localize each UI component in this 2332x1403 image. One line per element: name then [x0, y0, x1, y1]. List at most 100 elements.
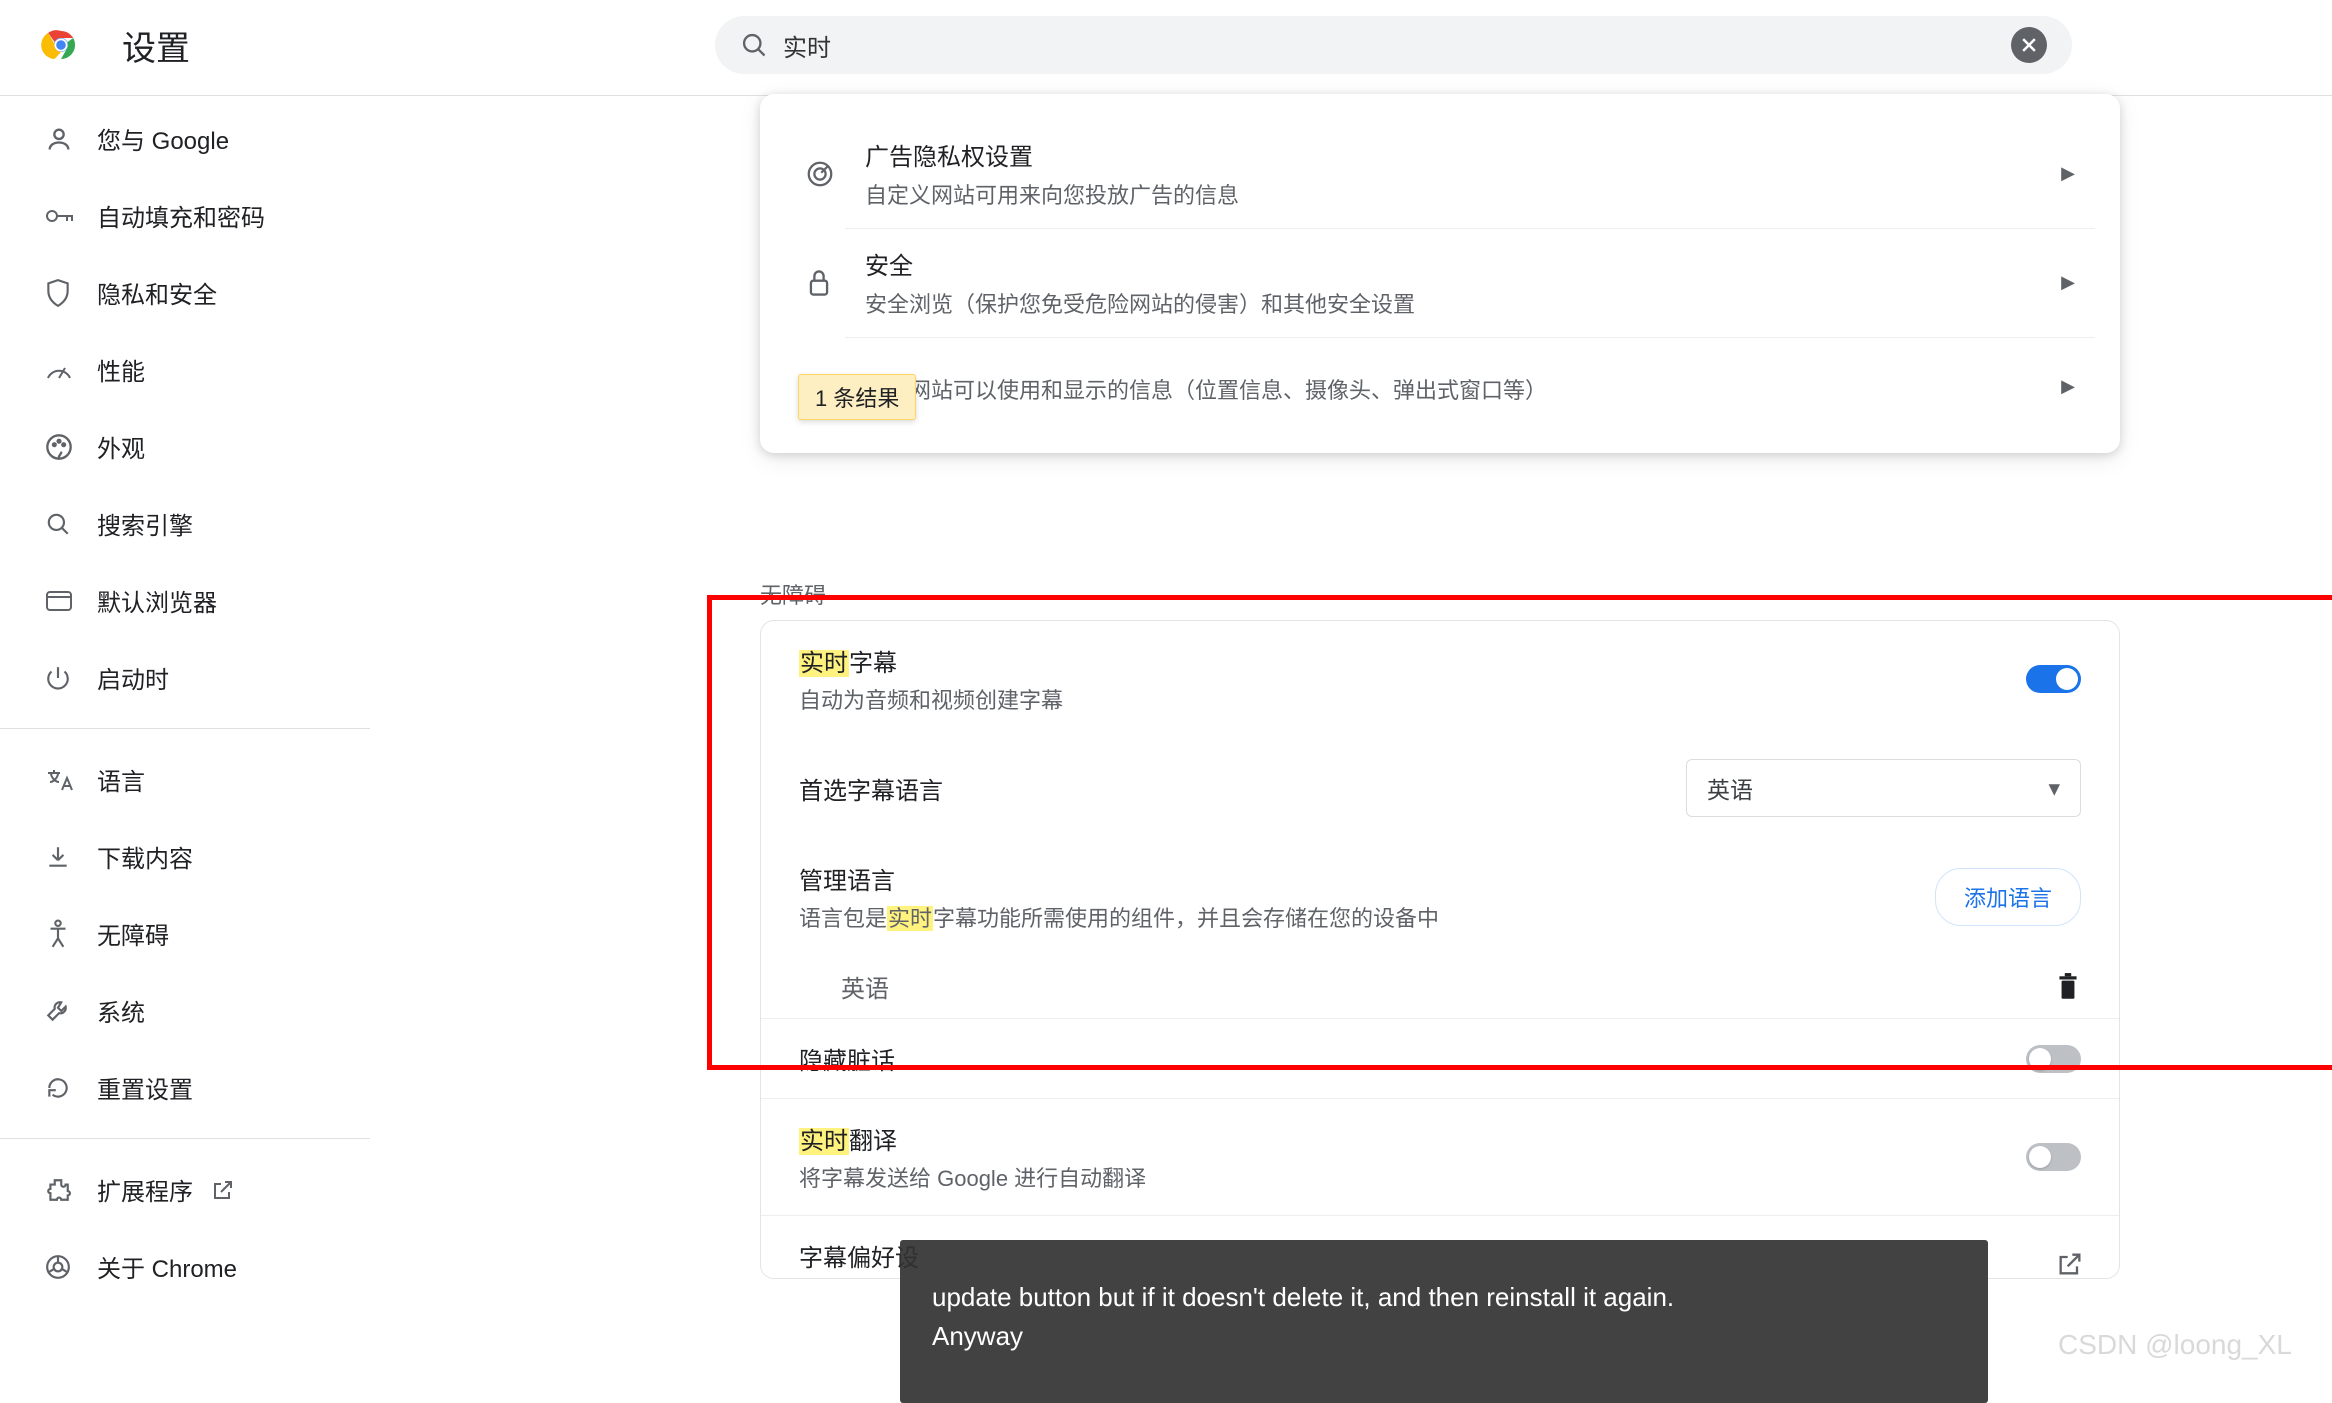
gauge-icon [45, 358, 97, 382]
chevron-right-icon: ▶ [2061, 163, 2075, 184]
sidebar-item-search-engine[interactable]: 搜索引擎 [0, 485, 370, 562]
chevron-right-icon: ▶ [2061, 376, 2075, 397]
lock-icon [805, 268, 865, 298]
sidebar-item-privacy[interactable]: 隐私和安全 [0, 254, 370, 331]
result-sub: 自定义网站可用来向您投放广告的信息 [865, 178, 2061, 210]
sidebar-item-label: 隐私和安全 [97, 275, 217, 310]
sidebar-item-downloads[interactable]: 下载内容 [0, 818, 370, 895]
search-icon [45, 511, 97, 537]
search-result-ad-privacy[interactable]: 广告隐私权设置自定义网站可用来向您投放广告的信息 ▶ [760, 119, 2120, 228]
sidebar-item-startup[interactable]: 启动时 [0, 639, 370, 716]
tooltip-line: Anyway [932, 1321, 1956, 1352]
sidebar-item-label: 系统 [97, 993, 145, 1028]
sidebar-item-label: 默认浏览器 [97, 583, 217, 618]
translate-icon [45, 767, 97, 793]
sidebar-item-label: 语言 [97, 762, 145, 797]
accessibility-card: 实时字幕 自动为音频和视频创建字幕 首选字幕语言 英语 ▾ 管理语言 语言包是实时… [760, 620, 2120, 1279]
result-sub: 控制网站可以使用和显示的信息（位置信息、摄像头、弹出式窗口等） [865, 373, 2061, 405]
open-external-icon [2056, 1250, 2084, 1278]
sidebar-item-label: 您与 Google [97, 121, 229, 156]
preferred-language-select[interactable]: 英语 ▾ [1686, 759, 2081, 817]
tooltip-line: update button but if it doesn't delete i… [932, 1282, 1956, 1313]
browser-icon [45, 590, 97, 612]
row-title: 隐藏脏话 [799, 1041, 2026, 1076]
power-icon [45, 665, 97, 691]
key-icon [45, 206, 97, 226]
search-result-security[interactable]: 安全安全浏览（保护您免受危险网站的侵害）和其他安全设置 ▶ [760, 228, 2120, 337]
row-title: 实时字幕 [799, 643, 2026, 678]
wrench-icon [45, 998, 97, 1024]
manage-languages-row: 管理语言 语言包是实时字幕功能所需使用的组件，并且会存储在您的设备中 添加语言 [761, 839, 2119, 955]
clear-search-button[interactable] [2011, 27, 2047, 63]
row-sub: 自动为音频和视频创建字幕 [799, 683, 2026, 715]
sidebar-item-system[interactable]: 系统 [0, 972, 370, 1049]
video-caption-tooltip: update button but if it doesn't delete i… [900, 1240, 1988, 1403]
search-result-site[interactable]: 控制网站可以使用和显示的信息（位置信息、摄像头、弹出式窗口等） ▶ [760, 337, 2120, 423]
open-external-icon [211, 1178, 235, 1202]
sidebar-item-label: 搜索引擎 [97, 506, 193, 541]
sidebar-item-label: 关于 Chrome [97, 1249, 237, 1284]
row-title: 实时翻译 [799, 1121, 2026, 1156]
add-language-button[interactable]: 添加语言 [1935, 868, 2081, 926]
result-title: 广告隐私权设置 [865, 137, 2061, 172]
sidebar-item-appearance[interactable]: 外观 [0, 408, 370, 485]
sidebar-item-label: 启动时 [97, 660, 169, 695]
sidebar-item-label: 扩展程序 [97, 1172, 193, 1207]
sidebar-item-label: 性能 [97, 352, 145, 387]
language-row-english: 英语 [761, 955, 2119, 1018]
sidebar-item-reset[interactable]: 重置设置 [0, 1049, 370, 1126]
live-translate-row: 实时翻译 将字幕发送给 Google 进行自动翻译 [761, 1098, 2119, 1215]
chevron-right-icon: ▶ [2061, 272, 2075, 293]
sidebar-item-label: 自动填充和密码 [97, 198, 265, 233]
language-name: 英语 [841, 969, 889, 1004]
select-value: 英语 [1707, 771, 1753, 805]
sidebar-item-extensions[interactable]: 扩展程序 [0, 1151, 370, 1228]
sidebar: 您与 Google 自动填充和密码 隐私和安全 性能 外观 搜索引擎 默认浏览器… [0, 100, 370, 1305]
sidebar-item-about[interactable]: 关于 Chrome [0, 1228, 370, 1305]
preferred-caption-language-row: 首选字幕语言 英语 ▾ [761, 737, 2119, 839]
hide-profanity-row: 隐藏脏话 [761, 1018, 2119, 1098]
sidebar-item-label: 重置设置 [97, 1070, 193, 1105]
live-captions-row: 实时字幕 自动为音频和视频创建字幕 [761, 621, 2119, 737]
row-title: 首选字幕语言 [799, 771, 1686, 806]
section-label-accessibility: 无障碍 [760, 578, 826, 610]
refresh-icon [45, 1075, 97, 1101]
chrome-logo-icon [40, 24, 82, 66]
chrome-outline-icon [45, 1254, 97, 1280]
puzzle-icon [45, 1177, 97, 1203]
sidebar-item-accessibility[interactable]: 无障碍 [0, 895, 370, 972]
result-sub: 安全浏览（保护您免受危险网站的侵害）和其他安全设置 [865, 287, 2061, 319]
page-title: 设置 [122, 21, 190, 70]
row-title: 管理语言 [799, 861, 1935, 896]
result-title: 安全 [865, 246, 2061, 281]
search-input[interactable] [783, 31, 2011, 59]
sidebar-item-label: 无障碍 [97, 916, 169, 951]
shield-icon [45, 278, 97, 308]
sidebar-item-label: 下载内容 [97, 839, 193, 874]
sidebar-item-default-browser[interactable]: 默认浏览器 [0, 562, 370, 639]
delete-language-button[interactable] [2055, 972, 2081, 1002]
download-icon [45, 844, 97, 870]
watermark-text: CSDN @loong_XL [2058, 1329, 2292, 1361]
header: 设置 [0, 0, 2332, 90]
search-icon [740, 31, 768, 59]
sidebar-item-performance[interactable]: 性能 [0, 331, 370, 408]
palette-icon [45, 433, 97, 461]
hide-profanity-toggle[interactable] [2026, 1045, 2081, 1073]
row-sub: 将字幕发送给 Google 进行自动翻译 [799, 1161, 2026, 1193]
search-results-dropdown: 广告隐私权设置自定义网站可用来向您投放广告的信息 ▶ 安全安全浏览（保护您免受危… [760, 94, 2120, 453]
accessibility-icon [45, 919, 97, 949]
sidebar-item-autofill[interactable]: 自动填充和密码 [0, 177, 370, 254]
sidebar-item-you-and-google[interactable]: 您与 Google [0, 100, 370, 177]
divider [0, 728, 370, 729]
target-icon [805, 159, 865, 189]
live-translate-toggle[interactable] [2026, 1143, 2081, 1171]
divider [0, 1138, 370, 1139]
sidebar-item-languages[interactable]: 语言 [0, 741, 370, 818]
live-captions-toggle[interactable] [2026, 665, 2081, 693]
row-sub: 语言包是实时字幕功能所需使用的组件，并且会存储在您的设备中 [799, 901, 1935, 933]
search-bar[interactable] [715, 16, 2072, 74]
person-icon [45, 125, 97, 153]
result-count-badge: 1 条结果 [798, 374, 916, 420]
caret-down-icon: ▾ [2048, 775, 2060, 802]
